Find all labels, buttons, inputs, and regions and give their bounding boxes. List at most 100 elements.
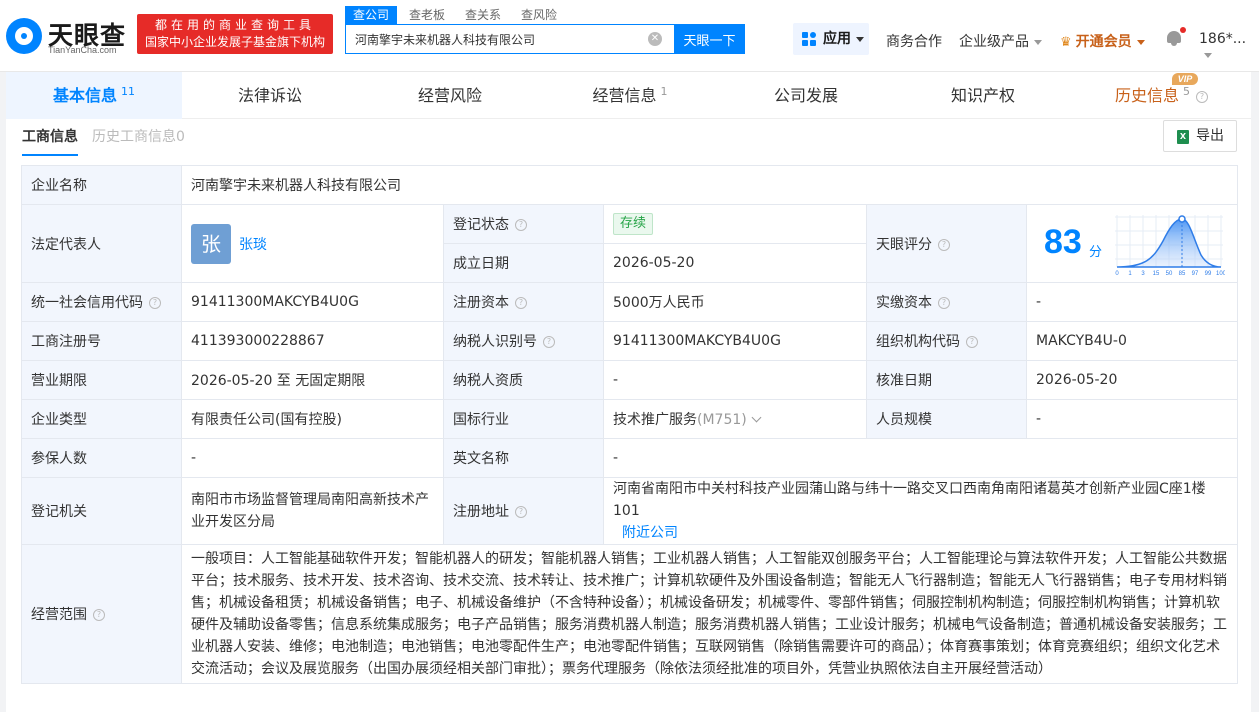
tax-id-value: 91411300MAKCYB4U0G [603, 321, 867, 361]
help-icon: ? [1196, 90, 1208, 103]
company-type-value: 有限责任公司(国有控股) [181, 399, 444, 439]
search-box: ✕ 天眼一下 [345, 24, 745, 54]
legal-rep-label: 法定代表人 [21, 204, 182, 283]
chevron-down-icon [856, 36, 864, 42]
tab-history[interactable]: 历史信息 5? [1072, 72, 1251, 119]
legal-rep-link[interactable]: 张琰 [239, 234, 267, 254]
status-label-cell: 登记状态? [443, 204, 604, 244]
tab-development[interactable]: 公司发展 [718, 72, 894, 119]
vip-menu[interactable]: ♛ 开通会员 [1060, 31, 1145, 51]
tab-count: 1 [660, 85, 668, 98]
score-label: 天眼评分 [876, 236, 932, 253]
score-cell[interactable]: 83 分 0 1 3 15 50 85 97 99 100 [1025, 204, 1239, 283]
status-badge: 存续 [613, 213, 654, 235]
clear-icon[interactable]: ✕ [648, 32, 662, 46]
search-tab-risk[interactable]: 查风险 [513, 6, 565, 24]
scope-label-cell: 经营范围? [21, 544, 182, 684]
enterprise-products-menu[interactable]: 企业级产品 [959, 31, 1042, 51]
help-icon[interactable]: ? [543, 336, 555, 348]
tab-basic-info[interactable]: 基本信息 11 [6, 72, 182, 119]
authority-label: 登记机关 [21, 477, 182, 545]
tab-label: 经营信息 [592, 86, 657, 105]
industry-label: 国标行业 [443, 399, 604, 439]
tab-operation-risk[interactable]: 经营风险 [358, 72, 542, 119]
subtab-registration-info[interactable]: 工商信息 [22, 128, 78, 156]
enterprise-products-label: 企业级产品 [959, 34, 1029, 50]
nearby-companies-link[interactable]: 附近公司 [622, 525, 678, 541]
credit-code-value: 91411300MAKCYB4U0G [181, 282, 444, 322]
help-icon[interactable]: ? [938, 238, 950, 251]
search-tab-boss[interactable]: 查老板 [401, 6, 453, 24]
company-tabs: 基本信息 11 法律诉讼 经营风险 经营信息 1 公司发展 知识产权 历史信息 5? … [6, 72, 1251, 119]
insured-label: 参保人数 [21, 438, 182, 478]
industry-code: (M751) [697, 412, 747, 428]
crown-icon: ♛ [1060, 35, 1072, 50]
business-cooperation-link[interactable]: 商务合作 [886, 31, 942, 51]
tab-label: 知识产权 [950, 86, 1015, 105]
tax-qual-label: 纳税人资质 [443, 360, 604, 400]
company-name-label: 企业名称 [21, 165, 182, 205]
scope-label: 经营范围 [31, 607, 87, 623]
apps-label: 应用 [823, 31, 851, 47]
help-icon[interactable]: ? [515, 297, 527, 309]
authority-value: 南阳市市场监督管理局南阳高新技术产业开发区分局 [181, 477, 444, 545]
score-label-cell: 天眼评分? [866, 204, 1027, 283]
help-icon[interactable]: ? [938, 297, 950, 309]
search-tab-company[interactable]: 查公司 [345, 6, 398, 24]
search-button[interactable]: 天眼一下 [674, 24, 745, 54]
export-button[interactable]: X 导出 [1163, 120, 1237, 152]
org-code-value: MAKCYB4U-0 [1025, 321, 1239, 361]
avatar[interactable]: 张 [191, 223, 231, 264]
vip-label: 开通会员 [1075, 34, 1132, 50]
tab-business-info[interactable]: 经营信息 1 [542, 72, 718, 119]
tab-count: 11 [121, 85, 135, 98]
table-row: 企业名称 河南擎宇未来机器人科技有限公司 [21, 165, 1239, 205]
top-header: 天眼查 TianYanCha.com 都在用的商业查询工具 国家中小企业发展子基… [0, 0, 1259, 72]
help-icon[interactable]: ? [93, 609, 105, 621]
term-label: 营业期限 [21, 360, 182, 400]
table-row: 统一社会信用代码? 91411300MAKCYB4U0G 注册资本? 5000万… [21, 282, 1239, 322]
help-icon[interactable]: ? [515, 506, 527, 518]
status-label: 登记状态 [453, 217, 509, 233]
term-value: 2026-05-20 至 无固定期限 [181, 360, 444, 400]
vip-badge: VIP [1172, 73, 1198, 85]
slogan-line2: 国家中小企业发展子基金旗下机构 [144, 35, 325, 49]
founded-value: 2026-05-20 [603, 243, 867, 283]
table-row: 登记机关 南阳市市场监督管理局南阳高新技术产业开发区分局 注册地址? 河南省南阳… [21, 477, 1239, 545]
score-value: 83 [1044, 223, 1082, 261]
tianyancha-logo[interactable]: 天眼查 TianYanCha.com [6, 14, 130, 55]
help-icon[interactable]: ? [966, 336, 978, 348]
paid-capital-value: - [1025, 282, 1239, 322]
search-input[interactable] [346, 25, 646, 53]
score-tick-label: 1 [1128, 271, 1132, 277]
subtab-history-registration[interactable]: 历史工商信息0 [92, 128, 185, 156]
logo-subtext: TianYanCha.com [48, 45, 117, 55]
tab-label: 经营风险 [417, 86, 482, 105]
help-icon[interactable]: ? [149, 297, 161, 309]
apps-menu-button[interactable]: 应用 [793, 23, 869, 55]
search-tab-relation[interactable]: 查关系 [457, 6, 509, 24]
chevron-down-icon [1136, 39, 1145, 45]
table-row: 经营范围? 一般项目：人工智能基础软件开发；智能机器人的研发；智能机器人销售；工… [21, 544, 1239, 684]
tab-label: 历史信息 [1114, 86, 1179, 105]
reg-no-value: 411393000228867 [181, 321, 444, 361]
sub-tabs: 工商信息 历史工商信息0 [22, 128, 199, 156]
tab-label: 基本信息 [52, 86, 117, 105]
tab-legal[interactable]: 法律诉讼 [182, 72, 358, 119]
address-cell: 河南省南阳市中关村科技产业园蒲山路与纬十一路交叉口西南角南阳诸葛英才创新产业园C… [602, 477, 1239, 545]
score-unit: 分 [1089, 245, 1103, 260]
help-icon[interactable]: ? [515, 219, 527, 231]
industry-cell[interactable]: 技术推广服务(M751) [603, 399, 867, 439]
company-type-label: 企业类型 [21, 399, 182, 439]
main-card: 基本信息 11 法律诉讼 经营风险 经营信息 1 公司发展 知识产权 历史信息 5? … [6, 72, 1251, 712]
score-tick-label: 0 [1115, 271, 1119, 277]
capital-label-cell: 注册资本? [443, 282, 604, 322]
chevron-down-icon [751, 412, 762, 423]
user-menu[interactable]: 186*... [1199, 31, 1259, 63]
credit-code-label: 统一社会信用代码 [31, 295, 143, 311]
approve-date-value: 2026-05-20 [1025, 360, 1239, 400]
export-label: 导出 [1196, 128, 1224, 144]
search-type-tabs: 查公司 查老板 查关系 查风险 [345, 6, 569, 24]
score-tick-label: 100 [1216, 271, 1225, 277]
tab-ip[interactable]: 知识产权 [894, 72, 1072, 119]
